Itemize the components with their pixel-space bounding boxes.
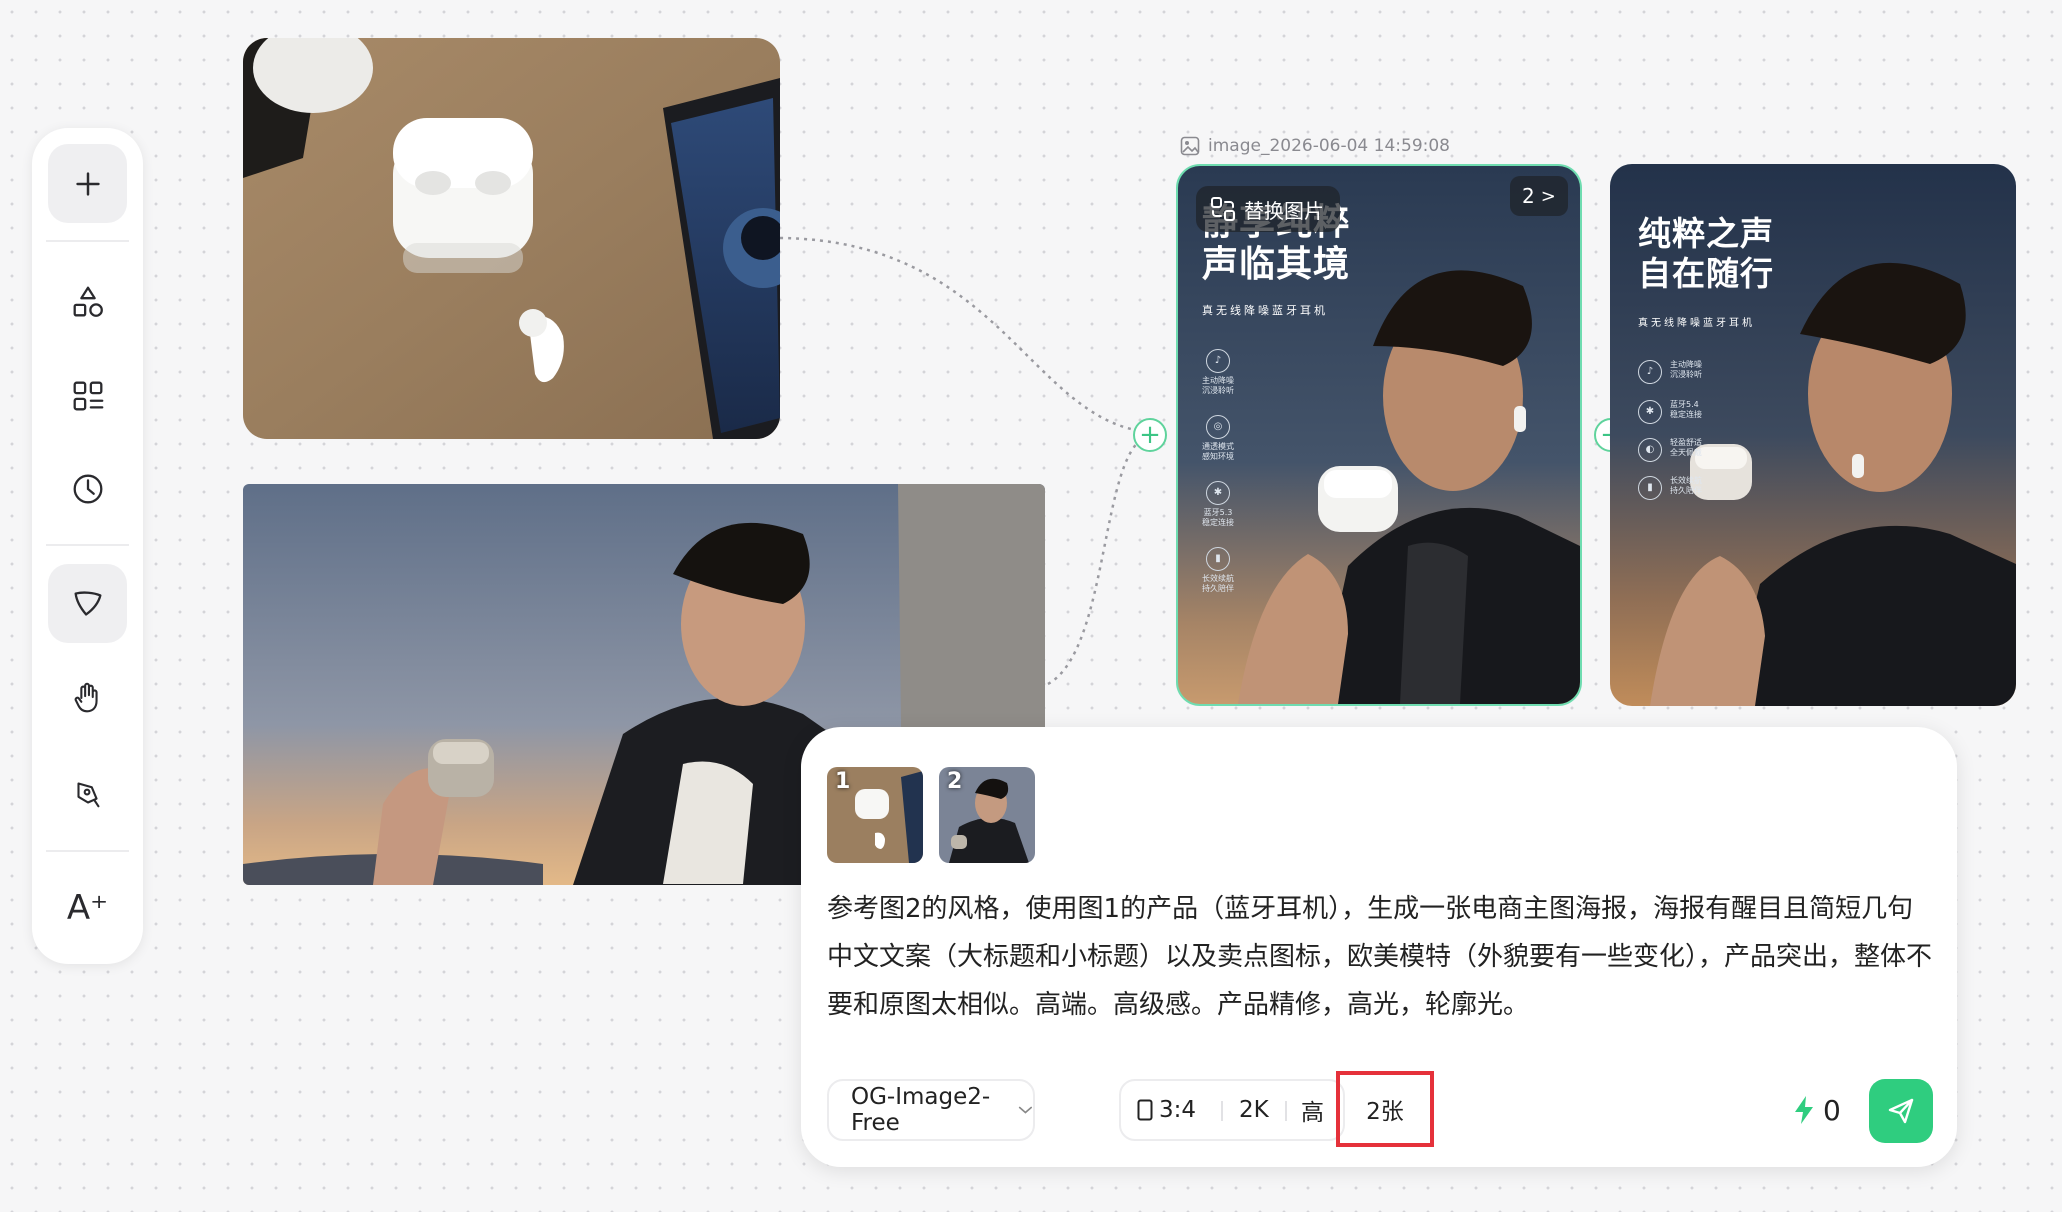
poster-1-feature: ✱ 蓝牙5.3 稳定连接 — [1196, 481, 1240, 528]
send-icon — [1888, 1098, 1914, 1124]
resolution-option[interactable]: 2K — [1239, 1079, 1269, 1141]
poster-1-feature: ◎ 通透模式 感知环境 — [1196, 415, 1240, 462]
portrait-frame-icon — [1137, 1099, 1153, 1121]
poster-2-feature: ◐ 轻盈舒适 全天佩戴 — [1638, 438, 1718, 462]
chevron-down-icon — [1018, 1106, 1033, 1114]
poster-2-subtitle: 真无线降噪蓝牙耳机 — [1638, 318, 1755, 329]
source-image-earbuds[interactable] — [243, 38, 780, 439]
reference-thumbnail-2[interactable]: 2 — [939, 767, 1035, 863]
replace-icon — [1211, 197, 1235, 221]
generated-poster-2[interactable]: 纯粹之声 自在随行 真无线降噪蓝牙耳机 ♪ 主动降噪 沉浸聆听 ✱ 蓝牙5.4 稳定… — [1610, 164, 2016, 706]
aspect-ratio-option[interactable]: 3:4 — [1137, 1079, 1196, 1141]
image-count-value: 2张 — [1366, 1099, 1404, 1125]
quality-option[interactable]: 高 — [1301, 1079, 1324, 1141]
chevron-right-icon: > — [1540, 185, 1556, 207]
send-button[interactable] — [1869, 1079, 1933, 1143]
image-label: image_2026-06-04 14:59:08 — [1180, 136, 1450, 156]
poster-2-feature: ▮ 长效续航 持久陪伴 — [1638, 476, 1718, 500]
poster-2-feature: ✱ 蓝牙5.4 稳定连接 — [1638, 400, 1718, 424]
image-label-text: image_2026-06-04 14:59:08 — [1208, 136, 1451, 156]
replace-image-label: 替换图片 — [1244, 198, 1324, 223]
resolution-value: 2K — [1239, 1097, 1269, 1123]
prompt-panel: 1 2 参考图2的风格，使用图1的产品（蓝牙耳机），生成一张电商主图海报，海报有… — [801, 727, 1957, 1167]
poster-2-feature: ♪ 主动降噪 沉浸聆听 — [1638, 360, 1718, 384]
poster-1-feature: ▮ 长效续航 持久陪伴 — [1196, 547, 1240, 594]
poster-1-feature: ♪ 主动降噪 沉浸聆听 — [1196, 349, 1240, 396]
prompt-text[interactable]: 参考图2的风格，使用图1的产品（蓝牙耳机），生成一张电商主图海报，海报有醒目且简… — [827, 885, 1937, 1029]
model-name: OG-Image2-Free — [851, 1084, 991, 1136]
option-divider — [1285, 1101, 1287, 1121]
quality-value: 高 — [1301, 1100, 1324, 1126]
thumbnail-number: 1 — [835, 769, 851, 794]
credits-value: 0 — [1823, 1093, 1841, 1127]
replace-image-button[interactable]: 替换图片 — [1196, 186, 1340, 232]
reference-thumbnail-1[interactable]: 1 — [827, 767, 923, 863]
poster-2-title: 纯粹之声 自在随行 — [1638, 214, 1774, 293]
credits-display: 0 — [1793, 1087, 1841, 1133]
poster-1-subtitle: 真无线降噪蓝牙耳机 — [1202, 304, 1328, 317]
image-count-badge[interactable]: 2 > — [1510, 176, 1568, 216]
option-divider — [1221, 1101, 1223, 1121]
image-icon — [1180, 136, 1200, 156]
earbuds-photo — [243, 38, 780, 439]
image-count-option[interactable]: 2张 — [1336, 1071, 1434, 1147]
connect-node-plus[interactable]: + — [1133, 418, 1167, 452]
generated-poster-1[interactable]: 静享纯粹 声临其境 真无线降噪蓝牙耳机 ♪主动降噪 沉浸聆听 ◎通透模式 感知环… — [1176, 164, 1582, 706]
thumbnail-number: 2 — [947, 769, 963, 794]
model-select[interactable]: OG-Image2-Free — [827, 1079, 1035, 1141]
lightning-icon — [1795, 1096, 1813, 1124]
aspect-ratio-value: 3:4 — [1159, 1097, 1197, 1123]
image-count: 2 — [1522, 184, 1535, 208]
